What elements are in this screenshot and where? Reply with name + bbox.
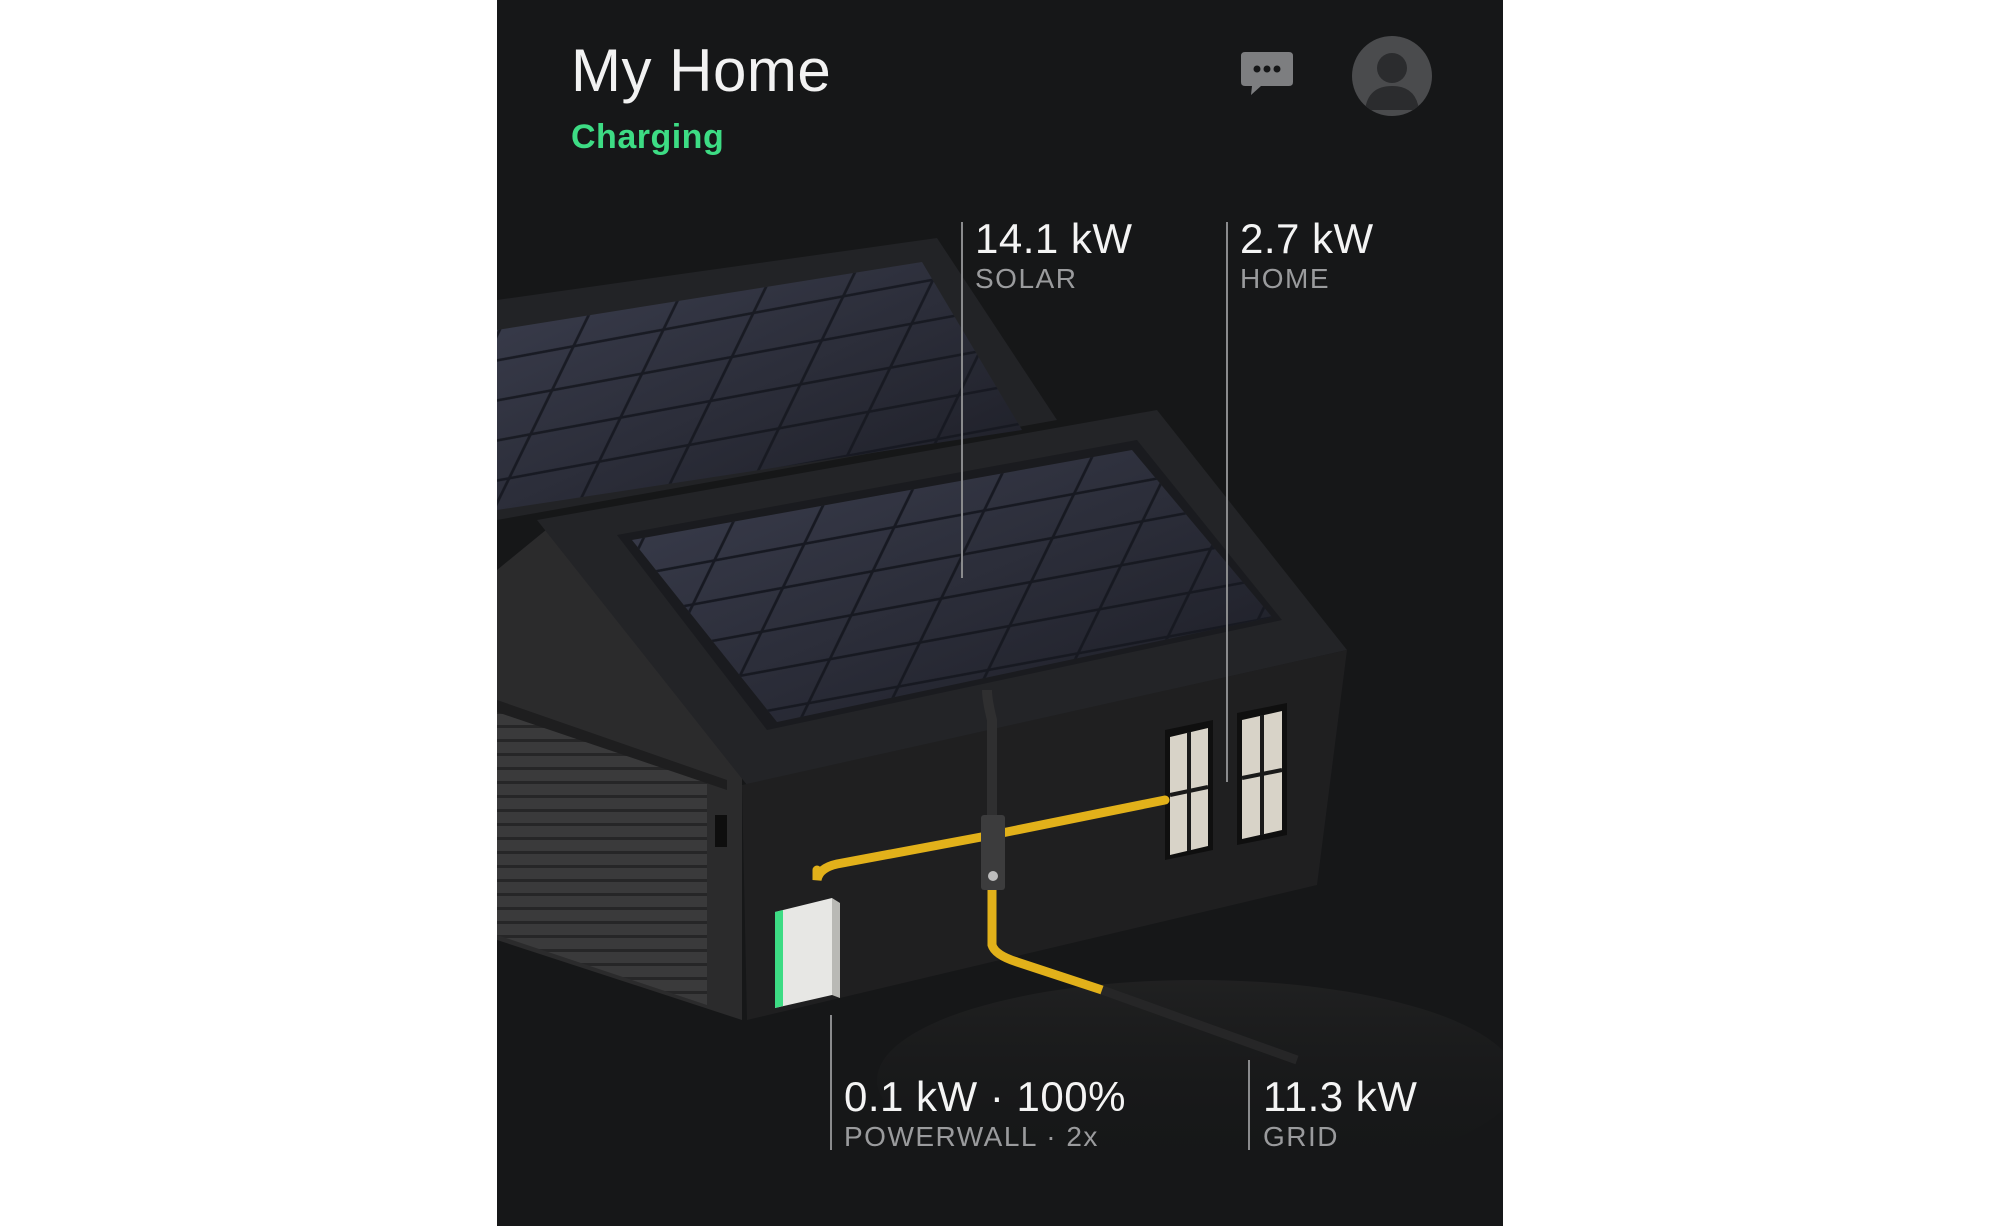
house-illustration <box>497 222 1503 1180</box>
powerwall-metric[interactable]: 0.1 kW · 100% POWERWALL · 2x <box>844 1074 1126 1154</box>
energy-app-screen: My Home Charging 14.1 kW SOLAR 2.7 kW HO… <box>497 0 1503 1226</box>
home-power-value: 2.7 kW <box>1240 215 1374 262</box>
page-title: My Home <box>571 37 832 104</box>
chat-bubble-icon <box>1241 52 1293 95</box>
powerwall-power-value: 0.1 kW · 100% <box>844 1073 1126 1120</box>
home-metric[interactable]: 2.7 kW HOME <box>1240 216 1374 296</box>
user-avatar-icon <box>1365 53 1419 110</box>
grid-label: GRID <box>1263 1121 1339 1152</box>
solar-metric[interactable]: 14.1 kW SOLAR <box>975 216 1133 296</box>
solar-conduit <box>982 689 997 820</box>
profile-button[interactable] <box>1352 36 1432 116</box>
grid-metric[interactable]: 11.3 kW GRID <box>1263 1074 1417 1154</box>
chat-button[interactable] <box>1239 50 1295 98</box>
solar-label: SOLAR <box>975 263 1078 294</box>
home-label: HOME <box>1240 263 1330 294</box>
grid-power-value: 11.3 kW <box>1263 1073 1418 1120</box>
powerwall-unit <box>775 898 832 1008</box>
solar-power-value: 14.1 kW <box>975 215 1133 262</box>
status-label: Charging <box>571 118 725 156</box>
powerwall-label: POWERWALL · 2x <box>844 1121 1099 1152</box>
